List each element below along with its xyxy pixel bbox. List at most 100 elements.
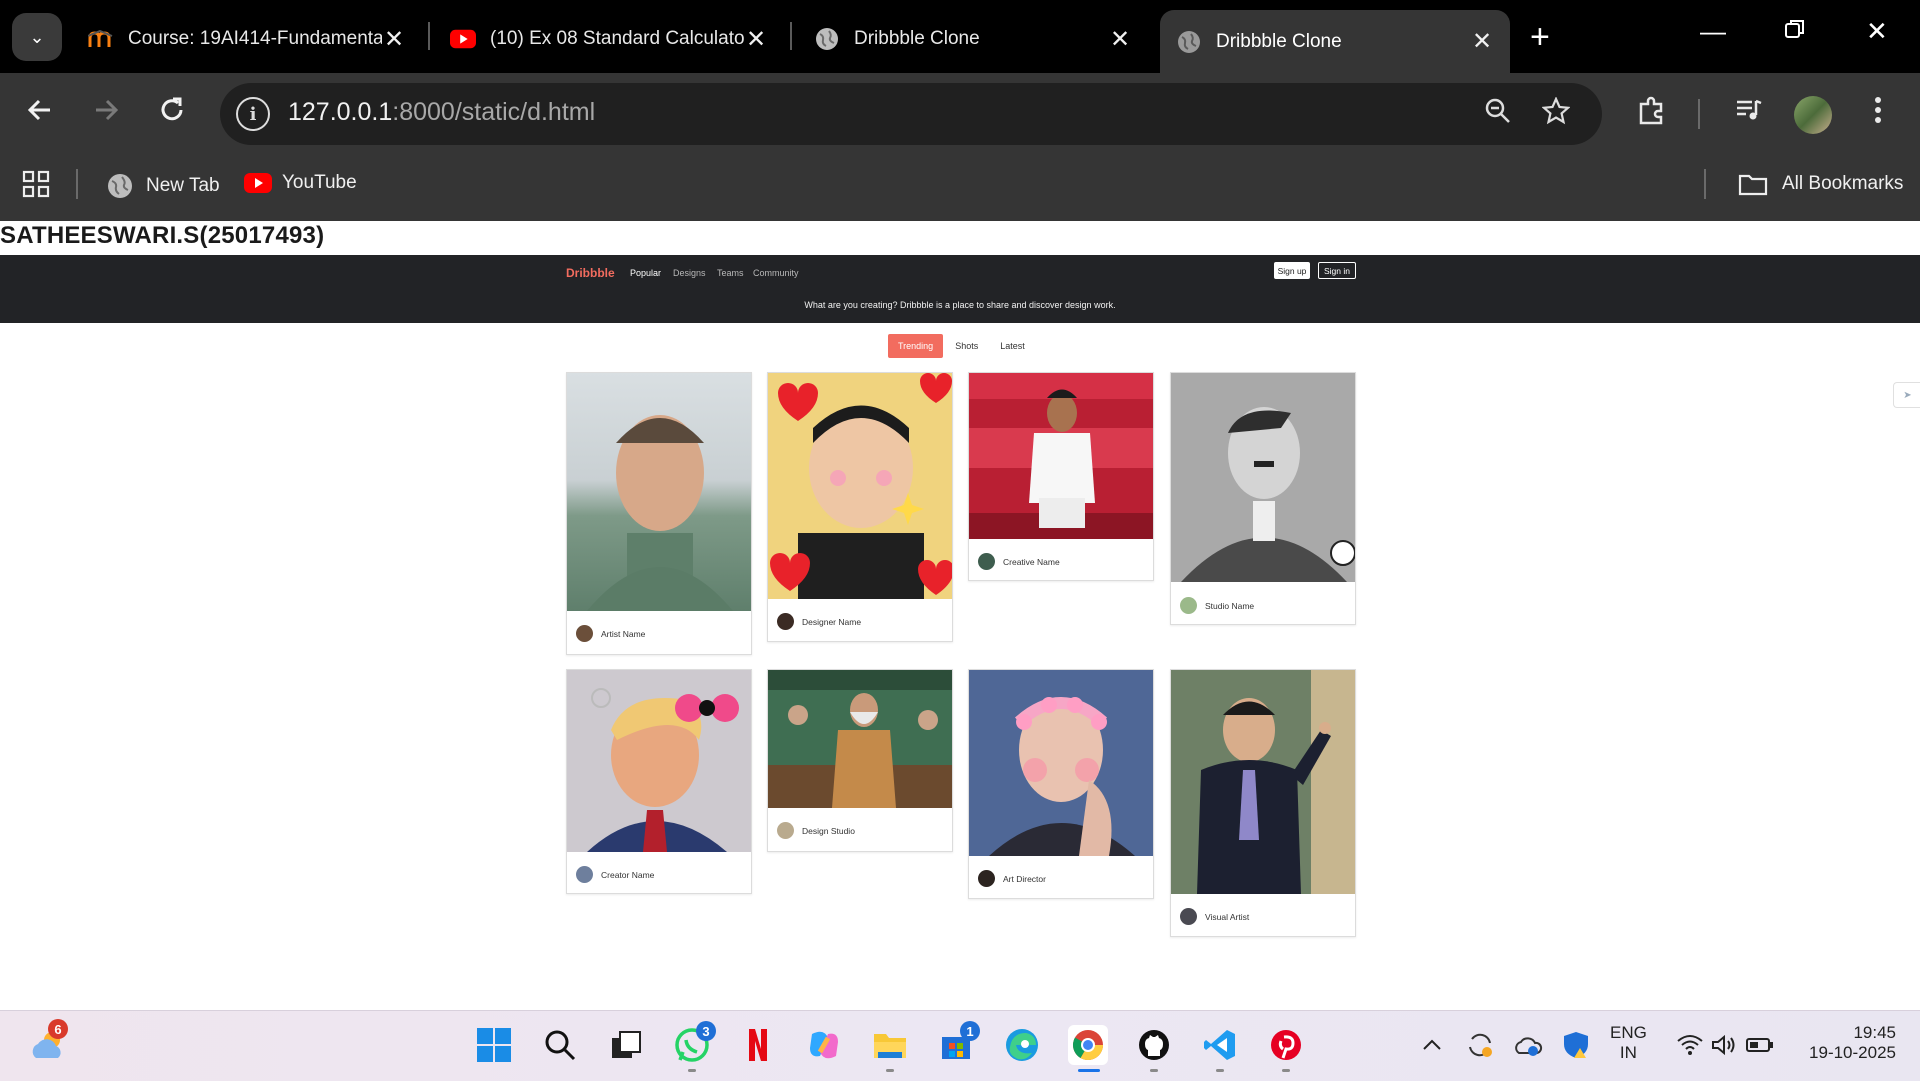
close-icon[interactable]: ✕ [1470,27,1494,56]
avatar[interactable] [777,822,794,839]
github-icon[interactable] [1134,1025,1174,1065]
media-queue-icon[interactable] [1734,95,1764,132]
globe-icon [1176,30,1202,53]
restore-icon[interactable] [1784,16,1806,47]
creator-name[interactable]: Designer Name [802,617,861,627]
task-view-icon[interactable] [606,1025,646,1065]
site-logo[interactable]: Dribbble [566,266,615,280]
tab-trending[interactable]: Trending [888,334,944,358]
moodle-icon [88,28,114,50]
more-options-icon[interactable] [1874,95,1882,132]
nav-designs[interactable]: Designs [673,268,706,278]
avatar[interactable] [576,866,593,883]
defender-shield-icon[interactable] [1556,1025,1596,1065]
close-icon[interactable]: ✕ [744,25,768,54]
shot-card[interactable]: Artist Name [566,372,752,655]
avatar[interactable] [1180,597,1197,614]
shot-image[interactable] [1171,670,1355,894]
close-icon[interactable]: ✕ [382,25,406,54]
signin-button[interactable]: Sign in [1318,262,1356,279]
creator-name[interactable]: Studio Name [1205,601,1254,611]
shot-image[interactable] [768,373,952,599]
windows-start-icon[interactable] [474,1025,514,1065]
avatar[interactable] [978,553,995,570]
browser-tab-3[interactable]: Dribbble Clone ✕ [798,12,1148,66]
shot-image[interactable] [1171,373,1355,582]
signup-button[interactable]: Sign up [1274,262,1310,279]
creator-name[interactable]: Visual Artist [1205,912,1249,922]
url-text[interactable]: 127.0.0.1:8000/static/d.html [288,98,595,127]
search-icon[interactable] [540,1025,580,1065]
extensions-puzzle-icon[interactable] [1636,95,1668,134]
close-window-icon[interactable]: ✕ [1866,16,1888,47]
shot-card[interactable]: Studio Name [1170,372,1356,625]
tab-shots[interactable]: Shots [945,334,988,358]
creator-name[interactable]: Artist Name [601,629,645,639]
shot-image[interactable] [969,670,1153,856]
nav-popular[interactable]: Popular [630,268,661,278]
avatar[interactable] [978,870,995,887]
minimize-icon[interactable]: — [1700,16,1726,47]
new-tab-button[interactable]: + [1530,18,1550,57]
bookmark-youtube[interactable]: YouTube [244,172,357,194]
shot-image[interactable] [567,670,751,852]
avatar[interactable] [777,613,794,630]
edge-icon[interactable] [1002,1025,1042,1065]
browser-tab-1[interactable]: Course: 19AI414-Fundamenta ✕ [72,12,422,66]
battery-icon[interactable] [1740,1025,1780,1065]
profile-avatar[interactable] [1794,96,1832,134]
sync-icon[interactable] [1460,1025,1500,1065]
shot-image[interactable] [969,373,1153,539]
shot-card[interactable]: Creator Name [566,669,752,894]
shot-card[interactable]: Art Director [968,669,1154,899]
site-info-icon[interactable]: i [236,97,270,131]
pinterest-icon[interactable] [1266,1025,1306,1065]
creator-name[interactable]: Creative Name [1003,557,1060,567]
card-meta: Creative Name [978,553,1060,570]
volume-icon[interactable] [1704,1025,1744,1065]
clock[interactable]: 19:45 19-10-2025 [1794,1023,1896,1063]
avatar[interactable] [576,625,593,642]
copilot-icon[interactable] [804,1025,844,1065]
language-indicator[interactable]: ENG IN [1610,1023,1647,1063]
zoom-icon[interactable] [1484,97,1512,132]
bookmarks-bar: New Tab YouTube All Bookmarks [0,155,1920,221]
tab-search-button[interactable]: ⌄ [12,13,62,61]
vscode-icon[interactable] [1200,1025,1240,1065]
running-indicator [1282,1069,1290,1072]
reload-icon[interactable] [158,95,186,132]
shot-card[interactable]: Designer Name [767,372,953,642]
close-icon[interactable]: ✕ [1108,25,1132,54]
all-bookmarks-button[interactable]: All Bookmarks [1738,172,1903,196]
shot-image[interactable] [768,670,952,808]
shot-card[interactable]: Design Studio [767,669,953,852]
shot-image[interactable] [567,373,751,611]
creator-name[interactable]: Creator Name [601,870,654,880]
chevron-up-icon[interactable] [1412,1025,1452,1065]
forward-arrow-icon[interactable] [92,95,120,132]
active-indicator [1078,1069,1100,1072]
shot-card[interactable]: Visual Artist [1170,669,1356,937]
nav-teams[interactable]: Teams [717,268,744,278]
tab-latest[interactable]: Latest [990,334,1035,358]
onedrive-icon[interactable] [1508,1025,1548,1065]
shot-card[interactable]: Creative Name [968,372,1154,581]
back-arrow-icon[interactable] [26,95,54,132]
netflix-icon[interactable] [738,1025,778,1065]
nav-community[interactable]: Community [753,268,799,278]
creator-name[interactable]: Design Studio [802,826,855,836]
bookmark-star-icon[interactable] [1541,96,1571,132]
bookmark-new-tab[interactable]: New Tab [106,172,220,200]
chrome-icon[interactable] [1068,1025,1108,1065]
browser-tab-2[interactable]: (10) Ex 08 Standard Calculato ✕ [434,12,784,66]
folder-icon [1738,172,1768,196]
apps-grid-icon[interactable] [22,170,50,198]
side-panel-pin-icon[interactable]: ➤ [1893,382,1920,408]
tab-divider [428,22,430,50]
browser-tab-active[interactable]: Dribbble Clone ✕ [1160,10,1510,73]
card-meta: Designer Name [777,613,861,630]
creator-name[interactable]: Art Director [1003,874,1046,884]
avatar[interactable] [1180,908,1197,925]
file-explorer-icon[interactable] [870,1025,910,1065]
address-bar[interactable]: i 127.0.0.1:8000/static/d.html [220,83,1602,145]
